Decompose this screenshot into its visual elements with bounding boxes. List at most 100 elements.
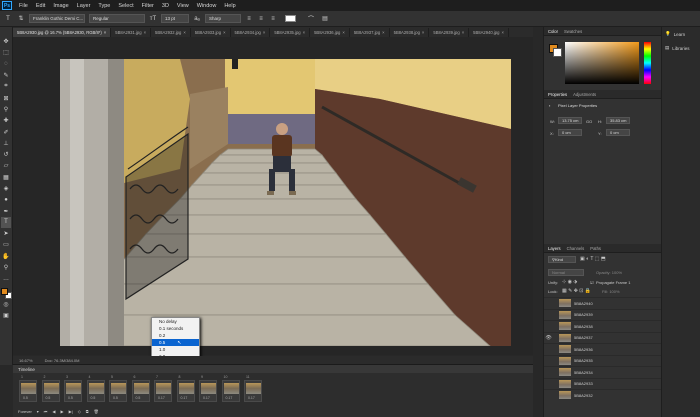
height-field[interactable]: 35.83 cm bbox=[606, 117, 630, 124]
toggle-orientation-icon[interactable]: ⇅ bbox=[17, 15, 25, 22]
timeline-frame[interactable]: 9 0.17 bbox=[199, 375, 217, 402]
doc-tab[interactable]: 5B8A2933.jpg × bbox=[190, 28, 231, 37]
layer-row[interactable]: 👁 5B8A2937 bbox=[544, 331, 661, 344]
doc-tab[interactable]: 5B8A2935.jpg × bbox=[270, 28, 311, 37]
tab-swatches[interactable]: Swatches bbox=[564, 29, 582, 34]
pen-tool-icon[interactable]: ✒ bbox=[1, 205, 11, 216]
timeline-frame[interactable]: 7 0.17 bbox=[154, 375, 172, 402]
healing-brush-tool-icon[interactable]: ✚ bbox=[1, 115, 11, 126]
timeline-title[interactable]: Timeline bbox=[18, 367, 35, 372]
delay-option[interactable]: 0.2 bbox=[152, 332, 199, 339]
close-icon[interactable]: × bbox=[382, 30, 384, 35]
chevron-down-icon[interactable]: ▾ bbox=[37, 409, 39, 414]
visibility-icon[interactable]: 👁 bbox=[544, 335, 553, 341]
frame-delay[interactable]: 0.5 bbox=[68, 396, 73, 400]
more-tools-icon[interactable]: … bbox=[1, 273, 11, 284]
font-family-select[interactable]: Franklin Gothic Demi C... bbox=[29, 14, 85, 23]
quick-mask-icon[interactable]: ◎ bbox=[1, 299, 11, 310]
layer-row[interactable]: 5B8A2938 bbox=[544, 320, 661, 332]
tab-properties[interactable]: Properties bbox=[548, 92, 567, 97]
menu-view[interactable]: View bbox=[173, 3, 193, 9]
trash-icon[interactable]: 🗑 bbox=[94, 409, 99, 414]
close-icon[interactable]: × bbox=[462, 30, 464, 35]
timeline-frame[interactable]: 10 0.17 bbox=[221, 375, 240, 402]
frame-delay[interactable]: 0.5 bbox=[91, 396, 96, 400]
close-icon[interactable]: × bbox=[223, 30, 225, 35]
eyedropper-tool-icon[interactable]: ⚲ bbox=[1, 104, 11, 115]
align-left-icon[interactable]: ≡ bbox=[245, 16, 253, 22]
doc-tab[interactable]: 5B8A2934.jpg × bbox=[230, 28, 271, 37]
character-panel-icon[interactable]: ▤ bbox=[320, 15, 330, 22]
delay-option-highlighted[interactable]: 0.5 ↖ bbox=[152, 339, 199, 346]
tab-paths[interactable]: Paths bbox=[590, 246, 601, 251]
link-dimensions-icon[interactable]: GO bbox=[586, 119, 592, 124]
libraries-panel-button[interactable]: ▤ Libraries bbox=[662, 41, 700, 55]
tab-adjustments[interactable]: Adjustments bbox=[573, 92, 596, 97]
foreground-color-swatch[interactable] bbox=[1, 287, 8, 295]
menu-edit[interactable]: Edit bbox=[32, 3, 49, 9]
text-color-swatch[interactable] bbox=[285, 15, 296, 22]
tab-channels[interactable]: Channels bbox=[567, 246, 585, 251]
timeline-frame[interactable]: 11 0.17 bbox=[244, 375, 262, 402]
layer-row[interactable]: 5B8A2934 bbox=[544, 366, 661, 378]
width-field[interactable]: 13.75 cm bbox=[558, 117, 582, 124]
timeline-frame[interactable]: 6 0.5 bbox=[131, 375, 150, 402]
anti-alias-select[interactable]: Sharp bbox=[205, 14, 241, 23]
type-tool-icon[interactable]: T bbox=[3, 16, 13, 22]
frame-delay[interactable]: 0.17 bbox=[226, 396, 233, 400]
marquee-tool-icon[interactable]: ⬚ bbox=[1, 47, 11, 58]
menu-file[interactable]: File bbox=[15, 3, 32, 9]
blend-mode-select[interactable]: Normal bbox=[548, 269, 584, 276]
duplicate-frame-icon[interactable]: ⧉ bbox=[86, 409, 89, 414]
propagate-checkbox[interactable]: ☑ bbox=[590, 280, 594, 285]
menu-help[interactable]: Help bbox=[220, 3, 239, 9]
zoom-level[interactable]: 16.67% bbox=[19, 358, 33, 363]
doc-tab[interactable]: 5B8A2938.jpg × bbox=[389, 28, 430, 37]
frame-delay[interactable]: 0.5 bbox=[46, 396, 51, 400]
align-right-icon[interactable]: ≡ bbox=[269, 16, 277, 22]
brush-tool-icon[interactable]: ✐ bbox=[1, 126, 11, 137]
previous-frame-icon[interactable]: ◀ bbox=[52, 409, 55, 414]
x-field[interactable]: 0 cm bbox=[558, 129, 582, 136]
zoom-tool-icon[interactable]: ⚲ bbox=[1, 262, 11, 273]
font-size-select[interactable]: 13 pt bbox=[161, 14, 189, 23]
kind-filter-select[interactable]: ⚲ Kind bbox=[548, 256, 576, 263]
background-color-swatch[interactable] bbox=[553, 48, 562, 57]
timeline-frame[interactable]: 8 0.17 bbox=[176, 375, 195, 402]
timeline-frame[interactable]: 1 0.5 bbox=[19, 375, 37, 402]
doc-tab[interactable]: 5B8A2931.jpg × bbox=[111, 28, 152, 37]
doc-tab[interactable]: 5B8A2932.jpg × bbox=[151, 28, 191, 37]
frame-delay[interactable]: 0.17 bbox=[203, 396, 210, 400]
filter-icons[interactable]: ▣ ◐ T ⬚ ⬒ bbox=[580, 256, 606, 262]
menu-window[interactable]: Window bbox=[193, 3, 221, 9]
delay-option[interactable]: 1.0 bbox=[152, 346, 199, 353]
lasso-tool-icon[interactable]: ◌ bbox=[1, 59, 11, 70]
menu-type[interactable]: Type bbox=[94, 3, 114, 9]
close-icon[interactable]: × bbox=[183, 30, 185, 35]
layer-row[interactable]: 5B8A2932 bbox=[544, 389, 661, 401]
path-selection-tool-icon[interactable]: ➤ bbox=[1, 228, 11, 239]
unify-icons[interactable]: ⊹ ◉ ⬗ bbox=[562, 279, 577, 285]
frame-delay[interactable]: 0.17 bbox=[181, 396, 188, 400]
doc-tab[interactable]: 5B8A2940.jpg × bbox=[469, 28, 509, 37]
frame-delay[interactable]: 0.5 bbox=[23, 396, 28, 400]
frame-delay[interactable]: 0.5 bbox=[136, 396, 141, 400]
layer-row[interactable]: 5B8A2940 bbox=[544, 297, 661, 309]
first-frame-icon[interactable]: ⏮ bbox=[44, 409, 48, 414]
opacity-field[interactable]: Opacity: 100% bbox=[596, 270, 622, 275]
hue-slider[interactable] bbox=[644, 42, 651, 84]
layer-row[interactable]: 5B8A2933 bbox=[544, 377, 661, 390]
frame-delay[interactable]: 0.17 bbox=[248, 396, 255, 400]
menu-image[interactable]: Image bbox=[49, 3, 72, 9]
clone-stamp-tool-icon[interactable]: ⊥ bbox=[1, 138, 11, 149]
timeline-frame[interactable]: 2 0.5 bbox=[41, 375, 60, 402]
y-field[interactable]: 0 cm bbox=[606, 129, 630, 136]
layer-row[interactable]: 5B8A2939 bbox=[544, 308, 661, 321]
close-icon[interactable]: × bbox=[263, 30, 265, 35]
lock-icons[interactable]: ▦ ✎ ✥ ⊡ 🔒 bbox=[562, 288, 591, 294]
next-frame-icon[interactable]: ▶| bbox=[69, 409, 73, 414]
close-icon[interactable]: × bbox=[342, 30, 344, 35]
close-icon[interactable]: × bbox=[144, 30, 146, 35]
layer-row[interactable]: 5B8A2935 bbox=[544, 354, 661, 367]
close-icon[interactable]: × bbox=[422, 30, 424, 35]
